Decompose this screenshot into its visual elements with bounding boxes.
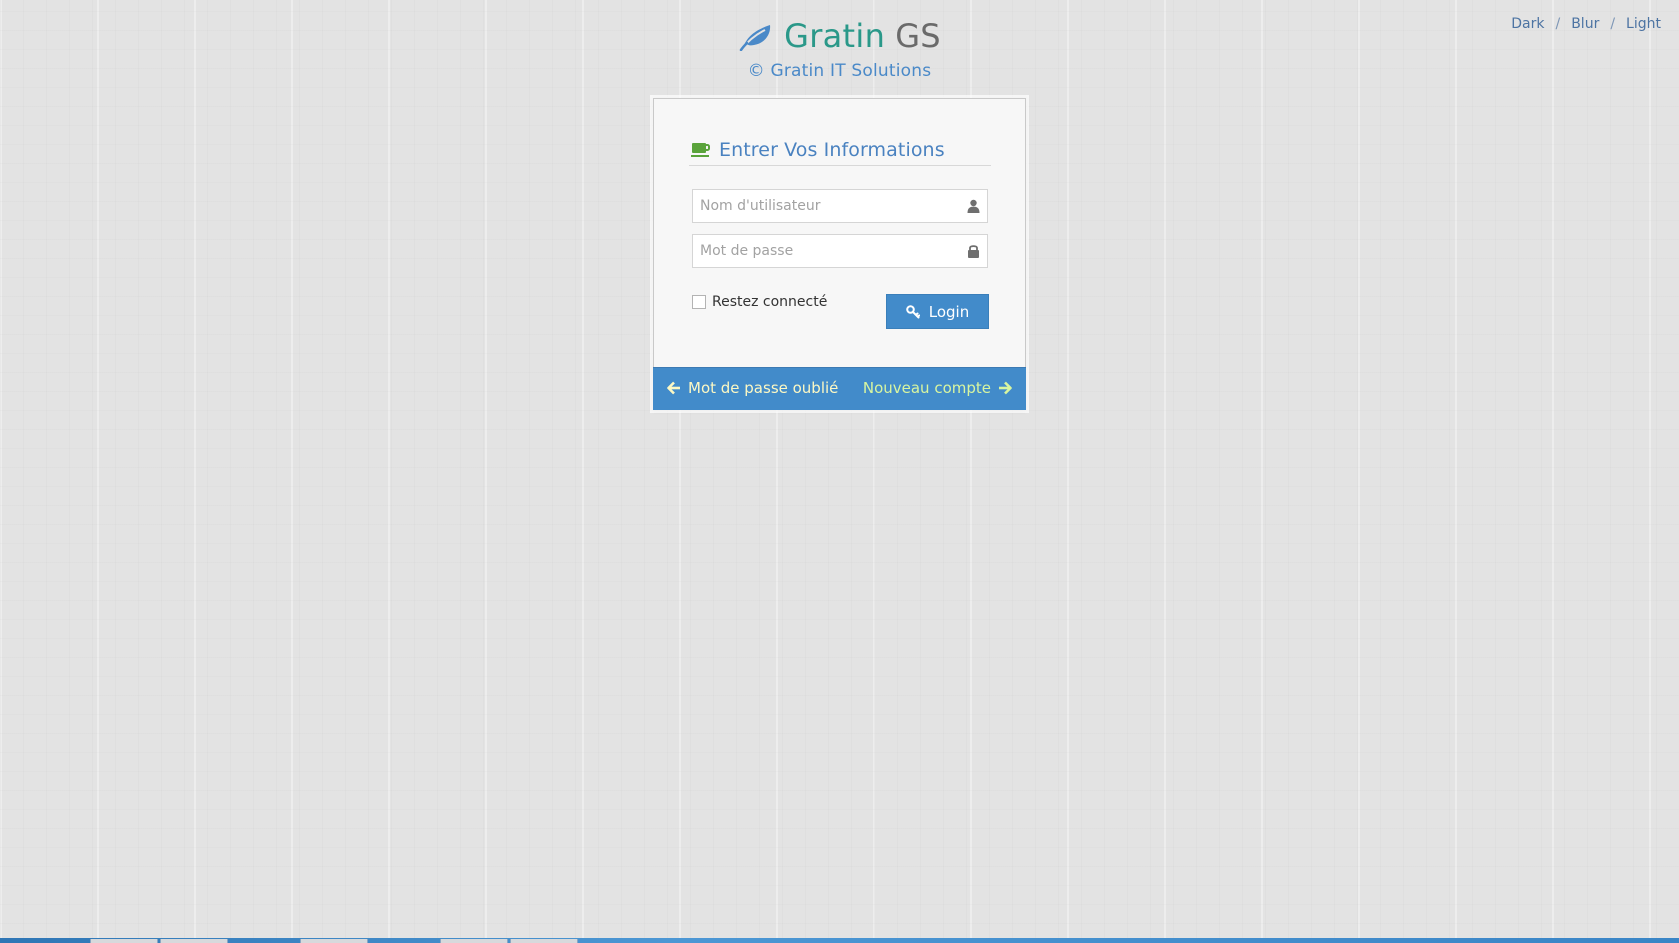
remember-me[interactable]: Restez connecté [692, 294, 827, 310]
arrow-right-icon [999, 381, 1012, 395]
forgot-password-link[interactable]: Mot de passe oublié [667, 379, 838, 397]
taskbar-button[interactable] [300, 939, 368, 943]
taskbar [0, 938, 1679, 943]
login-heading: Entrer Vos Informations [719, 139, 945, 161]
user-icon [967, 199, 980, 213]
brand-header: Gratin GS © Gratin IT Solutions [0, 17, 1679, 81]
remember-checkbox[interactable] [692, 295, 706, 309]
brand-copyright: © Gratin IT Solutions [747, 61, 932, 81]
lock-icon [968, 245, 979, 258]
login-button-label: Login [928, 302, 970, 321]
brand-name-primary: Gratin [784, 17, 886, 55]
leaf-icon [739, 25, 771, 51]
password-input[interactable] [693, 235, 950, 267]
taskbar-button[interactable] [440, 939, 508, 943]
key-icon [905, 304, 920, 318]
taskbar-button[interactable] [510, 939, 578, 943]
login-box-header: Entrer Vos Informations [689, 135, 991, 166]
remember-label: Restez connecté [712, 294, 828, 310]
new-account-link[interactable]: Nouveau compte [863, 379, 1012, 397]
arrow-left-icon [667, 381, 680, 395]
forgot-password-label: Mot de passe oublié [688, 379, 839, 397]
brand-title: Gratin GS [738, 17, 941, 55]
login-box: Entrer Vos Informations Restez connecté … [653, 98, 1026, 410]
username-input[interactable] [693, 190, 950, 222]
login-box-footer: Mot de passe oublié Nouveau compte [653, 367, 1026, 410]
password-field [692, 234, 988, 268]
coffee-icon [691, 143, 710, 157]
login-button[interactable]: Login [886, 294, 989, 329]
username-field [692, 189, 988, 223]
brand-name-secondary: GS [895, 17, 941, 55]
taskbar-button[interactable] [160, 939, 228, 943]
new-account-label: Nouveau compte [862, 379, 991, 397]
taskbar-button[interactable] [90, 939, 158, 943]
